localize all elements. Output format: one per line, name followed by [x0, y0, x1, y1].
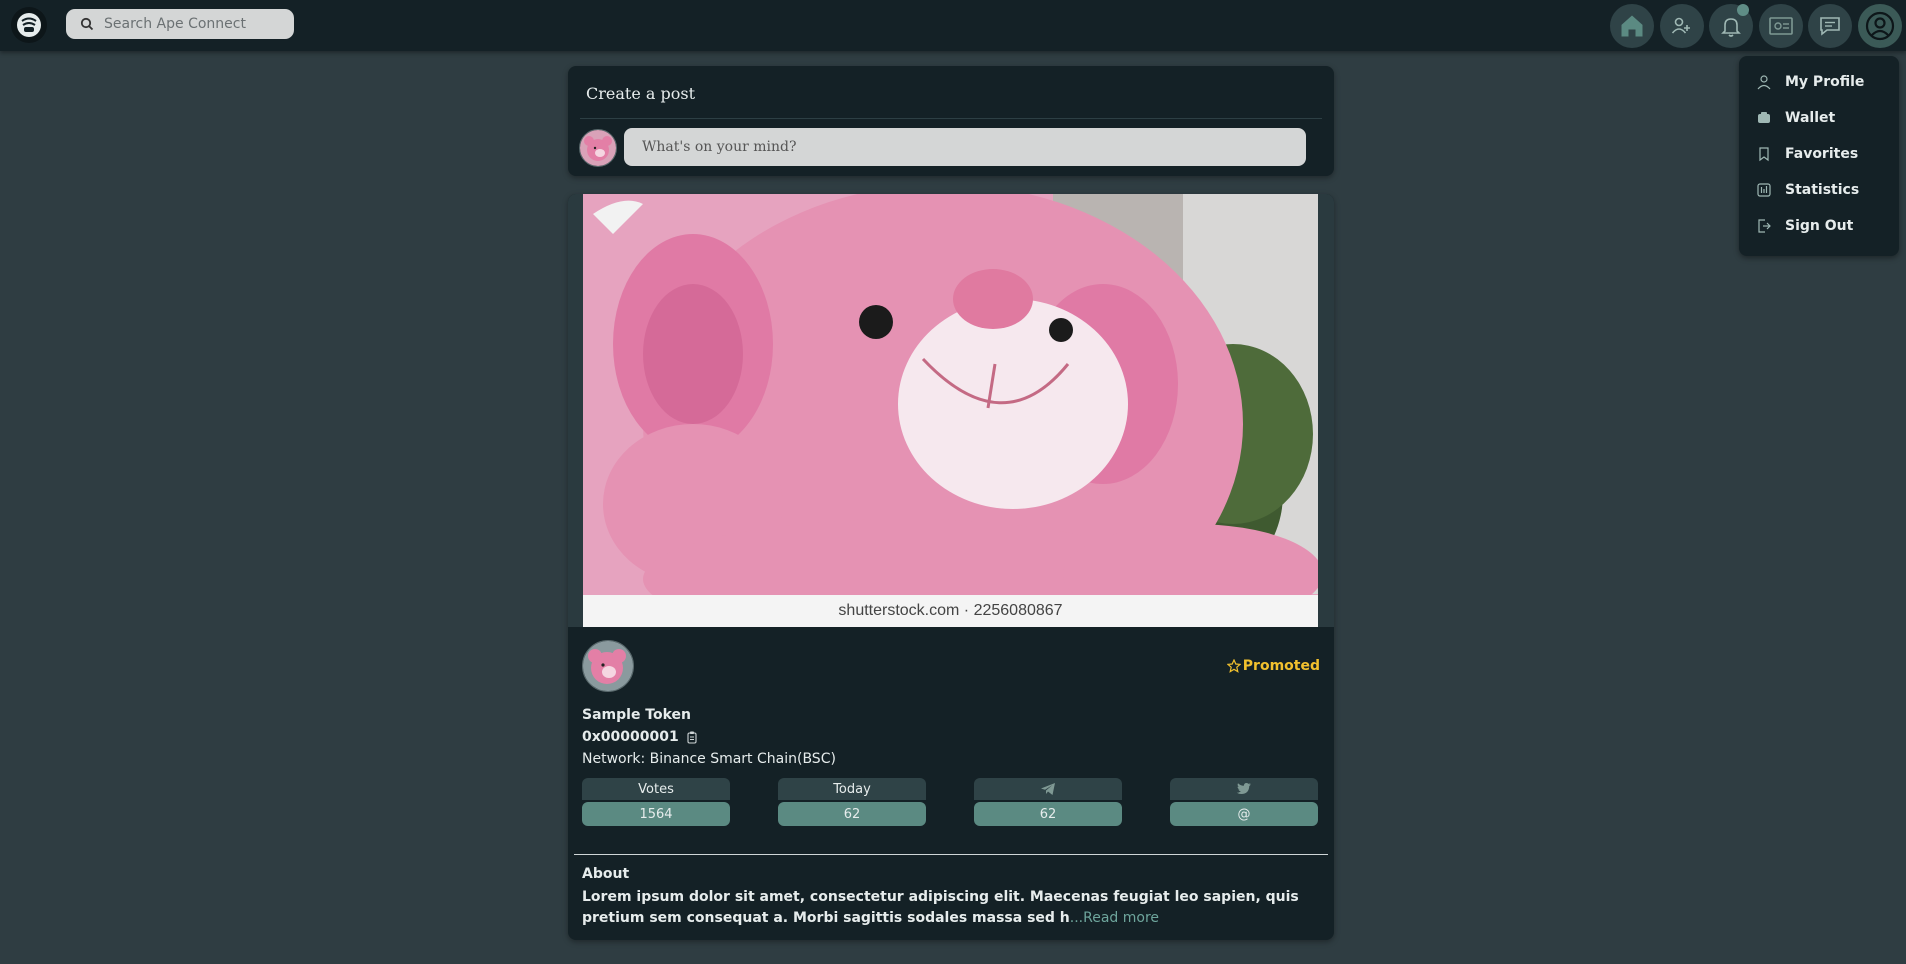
bookmark-icon: [1755, 145, 1773, 163]
about-text: Lorem ipsum dolor sit amet, consectetur …: [582, 887, 1312, 929]
about-body: Lorem ipsum dolor sit amet, consectetur …: [582, 889, 1299, 926]
nav-profile-button[interactable]: [1858, 4, 1902, 48]
home-icon: [1621, 15, 1643, 37]
token-avatar[interactable]: [582, 640, 634, 692]
app-logo[interactable]: [11, 7, 47, 43]
profile-dropdown-menu: My Profile Wallet Favorites Statistics S…: [1739, 56, 1899, 256]
menu-item-favorites[interactable]: Favorites: [1755, 142, 1858, 166]
read-more-link[interactable]: ...Read more: [1070, 910, 1159, 926]
stat-value: 1564: [582, 802, 730, 826]
menu-item-statistics[interactable]: Statistics: [1755, 178, 1859, 202]
copy-icon[interactable]: [685, 730, 699, 744]
search-icon: [80, 17, 94, 31]
menu-item-label: Sign Out: [1785, 218, 1854, 234]
menu-item-wallet[interactable]: Wallet: [1755, 106, 1835, 130]
nav-friends-button[interactable]: [1660, 4, 1704, 48]
stat-label: [1170, 778, 1318, 800]
statistics-icon: [1755, 181, 1773, 199]
telegram-icon: [1041, 783, 1055, 795]
friends-icon: [1671, 17, 1690, 34]
user-avatar[interactable]: [579, 129, 617, 167]
stat-label: Today: [778, 778, 926, 800]
twitter-icon: [1236, 783, 1251, 794]
nav-chat-button[interactable]: [1808, 4, 1852, 48]
top-bar: [0, 0, 1906, 51]
image-caption: shutterstock.com · 2256080867: [583, 595, 1318, 627]
stat-today[interactable]: Today 62: [778, 778, 926, 826]
token-address-text: 0x00000001: [582, 729, 679, 745]
about-title: About: [582, 866, 630, 882]
stat-label: Votes: [582, 778, 730, 800]
promoted-label: Promoted: [1242, 658, 1320, 674]
token-image[interactable]: shutterstock.com · 2256080867: [568, 194, 1334, 627]
menu-item-my-profile[interactable]: My Profile: [1755, 70, 1864, 94]
menu-item-sign-out[interactable]: Sign Out: [1755, 214, 1853, 238]
stat-twitter[interactable]: @: [1170, 778, 1318, 826]
sign-out-icon: [1755, 217, 1773, 235]
menu-item-label: Favorites: [1785, 146, 1859, 162]
stat-value: @: [1170, 802, 1318, 826]
token-card: shutterstock.com · 2256080867 Promoted S…: [568, 194, 1334, 940]
nav-card-button[interactable]: [1759, 4, 1803, 48]
stat-value: 62: [778, 802, 926, 826]
token-address: 0x00000001: [582, 729, 699, 745]
star-icon: [1226, 659, 1241, 673]
create-post-input[interactable]: [624, 128, 1306, 166]
nav-home-button[interactable]: [1610, 4, 1654, 48]
stat-telegram[interactable]: 62: [974, 778, 1122, 826]
create-post-card: Create a post: [568, 66, 1334, 176]
menu-item-label: Wallet: [1785, 110, 1836, 126]
search-input[interactable]: [102, 15, 286, 33]
token-network: Network: Binance Smart Chain(BSC): [582, 751, 836, 767]
notification-dot: [1737, 4, 1749, 16]
ape-logo-icon: [17, 13, 41, 37]
stat-label: [974, 778, 1122, 800]
stat-value: 62: [974, 802, 1122, 826]
token-name: Sample Token: [582, 707, 692, 723]
nav-notifications-button[interactable]: [1709, 4, 1753, 48]
card-icon: [1769, 17, 1793, 35]
profile-icon: [1865, 11, 1895, 41]
menu-item-label: My Profile: [1785, 74, 1865, 90]
bell-icon: [1721, 18, 1741, 37]
divider: [580, 118, 1322, 119]
chat-icon: [1820, 17, 1840, 36]
stat-votes[interactable]: Votes 1564: [582, 778, 730, 826]
wallet-icon: [1755, 109, 1773, 127]
search-bar[interactable]: [66, 9, 294, 39]
teddy-bear-image: [583, 194, 1318, 627]
create-post-title: Create a post: [586, 84, 696, 103]
promoted-badge: Promoted: [1226, 658, 1320, 674]
user-icon: [1755, 73, 1773, 91]
divider: [574, 854, 1328, 855]
menu-item-label: Statistics: [1785, 182, 1860, 198]
